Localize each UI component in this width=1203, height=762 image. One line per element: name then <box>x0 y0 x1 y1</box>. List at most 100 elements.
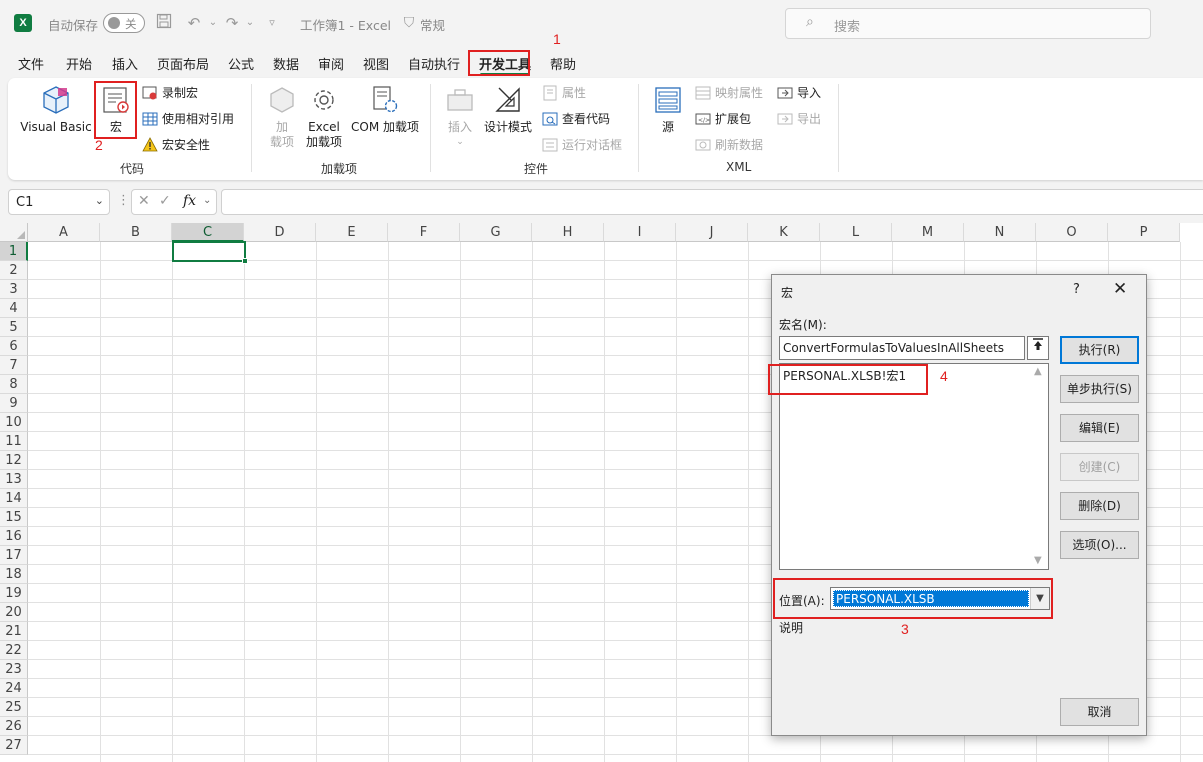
row-header-12[interactable]: 12 <box>0 451 28 470</box>
row-header-21[interactable]: 21 <box>0 622 28 641</box>
select-all-button[interactable] <box>0 223 28 242</box>
row-header-22[interactable]: 22 <box>0 641 28 660</box>
tab-review[interactable]: 审阅 <box>318 54 344 73</box>
options-button[interactable]: 选项(O)... <box>1060 531 1139 559</box>
tab-home[interactable]: 开始 <box>66 54 92 73</box>
create-button[interactable]: 创建(C) <box>1060 453 1139 481</box>
column-header-o[interactable]: O <box>1036 223 1108 242</box>
run-button[interactable]: 执行(R) <box>1060 336 1139 364</box>
row-header-8[interactable]: 8 <box>0 375 28 394</box>
row-header-10[interactable]: 10 <box>0 413 28 432</box>
cancel-button[interactable]: 取消 <box>1060 698 1139 726</box>
row-header-7[interactable]: 7 <box>0 356 28 375</box>
column-header-p[interactable]: P <box>1108 223 1180 242</box>
autosave-toggle[interactable]: 关 <box>103 13 145 33</box>
row-header-19[interactable]: 19 <box>0 584 28 603</box>
macro-name-input[interactable]: ConvertFormulasToValuesInAllSheets <box>779 336 1025 360</box>
row-header-1[interactable]: 1 <box>0 242 28 261</box>
column-header-d[interactable]: D <box>244 223 316 242</box>
design-mode-button[interactable]: 设计模式 <box>482 84 534 135</box>
cancel-icon[interactable]: ✕ <box>138 193 150 209</box>
sensitivity-label[interactable]: 常规 <box>420 15 445 34</box>
row-header-16[interactable]: 16 <box>0 527 28 546</box>
redo-dropdown-icon[interactable]: ⌄ <box>240 13 260 33</box>
save-icon[interactable] <box>154 13 174 33</box>
record-macro-button[interactable]: 录制宏 <box>142 84 198 101</box>
insert-function-button[interactable]: fx <box>183 193 196 209</box>
delete-button[interactable]: 删除(D) <box>1060 492 1139 520</box>
scroll-up-icon[interactable]: ▲ <box>1034 366 1042 377</box>
macro-list-scrollbar[interactable]: ▲ ▼ <box>1031 364 1048 569</box>
tab-data[interactable]: 数据 <box>273 54 299 73</box>
row-header-15[interactable]: 15 <box>0 508 28 527</box>
tab-insert[interactable]: 插入 <box>112 54 138 73</box>
tab-help[interactable]: 帮助 <box>550 54 576 73</box>
row-header-23[interactable]: 23 <box>0 660 28 679</box>
close-button[interactable]: ✕ <box>1113 279 1127 299</box>
properties-button[interactable]: 属性 <box>542 84 586 101</box>
row-header-17[interactable]: 17 <box>0 546 28 565</box>
tab-file[interactable]: 文件 <box>18 54 44 73</box>
row-header-3[interactable]: 3 <box>0 280 28 299</box>
column-header-c[interactable]: C <box>172 223 244 242</box>
undo-dropdown-icon[interactable]: ⌄ <box>203 13 223 33</box>
tab-automate[interactable]: 自动执行 <box>408 54 460 73</box>
row-header-24[interactable]: 24 <box>0 679 28 698</box>
column-header-l[interactable]: L <box>820 223 892 242</box>
run-dialog-button[interactable]: 运行对话框 <box>542 136 622 153</box>
row-header-20[interactable]: 20 <box>0 603 28 622</box>
step-into-button[interactable]: 单步执行(S) <box>1060 375 1139 403</box>
xml-export-button[interactable]: 导出 <box>777 110 821 127</box>
com-addins-button[interactable]: COM 加载项 <box>348 84 422 135</box>
check-icon[interactable]: ✓ <box>159 193 171 209</box>
scroll-down-icon[interactable]: ▼ <box>1034 555 1042 566</box>
row-header-26[interactable]: 26 <box>0 717 28 736</box>
column-header-h[interactable]: H <box>532 223 604 242</box>
column-header-e[interactable]: E <box>316 223 388 242</box>
tab-page-layout[interactable]: 页面布局 <box>157 54 209 73</box>
column-header-b[interactable]: B <box>100 223 172 242</box>
row-header-18[interactable]: 18 <box>0 565 28 584</box>
customize-qat-icon[interactable]: ▿ <box>262 13 282 33</box>
insert-control-button[interactable]: 插入 ⌄ <box>442 84 478 150</box>
relative-reference-button[interactable]: 使用相对引用 <box>142 110 234 127</box>
upload-arrow-icon[interactable] <box>1027 336 1049 360</box>
macro-security-button[interactable]: 宏安全性 <box>142 136 210 153</box>
map-properties-button[interactable]: 映射属性 <box>695 84 763 101</box>
drag-handle-icon[interactable]: ⋮ <box>117 193 130 208</box>
row-header-14[interactable]: 14 <box>0 489 28 508</box>
edit-button[interactable]: 编辑(E) <box>1060 414 1139 442</box>
redo-icon[interactable]: ↷ <box>222 13 242 33</box>
help-button[interactable]: ? <box>1073 282 1080 297</box>
excel-addins-button[interactable]: Excel 加载项 <box>304 84 344 150</box>
row-header-9[interactable]: 9 <box>0 394 28 413</box>
row-header-6[interactable]: 6 <box>0 337 28 356</box>
formula-input[interactable] <box>221 189 1203 215</box>
column-header-m[interactable]: M <box>892 223 964 242</box>
row-header-5[interactable]: 5 <box>0 318 28 337</box>
row-header-27[interactable]: 27 <box>0 736 28 755</box>
row-header-4[interactable]: 4 <box>0 299 28 318</box>
visual-basic-button[interactable]: Visual Basic <box>20 84 92 135</box>
view-code-button[interactable]: 查看代码 <box>542 110 610 127</box>
name-box[interactable]: C1 ⌄ <box>8 189 110 215</box>
column-header-f[interactable]: F <box>388 223 460 242</box>
row-header-11[interactable]: 11 <box>0 432 28 451</box>
row-header-13[interactable]: 13 <box>0 470 28 489</box>
addins-button[interactable]: 加 载项 <box>264 84 300 150</box>
column-header-g[interactable]: G <box>460 223 532 242</box>
expansion-packs-button[interactable]: </> 扩展包 <box>695 110 751 127</box>
search-box[interactable]: ⌕ 搜索 <box>785 8 1151 39</box>
column-header-n[interactable]: N <box>964 223 1036 242</box>
tab-view[interactable]: 视图 <box>363 54 389 73</box>
column-header-k[interactable]: K <box>748 223 820 242</box>
row-header-25[interactable]: 25 <box>0 698 28 717</box>
fill-handle[interactable] <box>242 258 248 264</box>
xml-import-button[interactable]: 导入 <box>777 84 821 101</box>
column-header-a[interactable]: A <box>28 223 100 242</box>
xml-source-button[interactable]: 源 <box>650 84 686 135</box>
refresh-data-button[interactable]: 刷新数据 <box>695 136 763 153</box>
column-header-i[interactable]: I <box>604 223 676 242</box>
column-header-j[interactable]: J <box>676 223 748 242</box>
selected-cell[interactable] <box>172 241 248 264</box>
